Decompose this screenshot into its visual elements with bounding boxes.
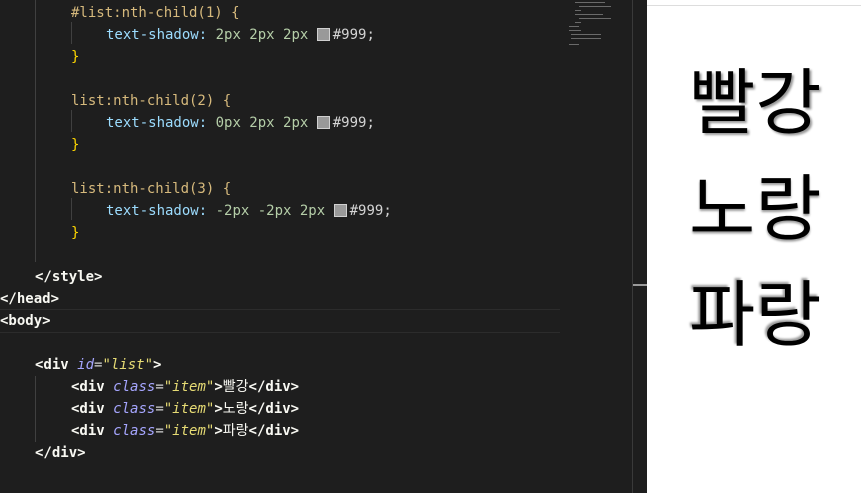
tag-close: </div> [248, 423, 300, 439]
tag-open: <div [71, 401, 114, 417]
attr-name: id [77, 357, 95, 373]
color-swatch-icon[interactable] [333, 203, 347, 217]
div-close-tag: </div> [35, 445, 86, 461]
attr-equals: = [155, 379, 164, 395]
code-line-div-list[interactable]: <div id="list"> [35, 354, 161, 376]
code-line-div-item-1[interactable]: <div class="item">빨강</div> [71, 376, 299, 398]
color-swatch-icon[interactable] [316, 27, 330, 41]
tag-close: </div> [248, 379, 300, 395]
attr-equals: = [155, 423, 164, 439]
preview-item-3: 파랑 [689, 273, 822, 357]
css-color-value: #999; [332, 115, 375, 131]
code-line-css-declaration-2[interactable]: text-shadow: 0px 2px 2px #999; [106, 112, 375, 134]
attr-name: class [113, 423, 156, 439]
css-property: text-shadow: [106, 203, 208, 219]
css-value: 0px 2px 2px [215, 115, 309, 131]
attr-value: "list" [102, 357, 154, 373]
body-open-tag: <body> [0, 313, 51, 329]
item-text: 빨강 [222, 379, 249, 395]
color-swatch-icon[interactable] [316, 115, 330, 129]
code-line-close-brace[interactable]: } [71, 46, 79, 68]
preview-item-2: 노랑 [689, 167, 822, 251]
css-value: -2px -2px 2px [215, 203, 326, 219]
tag-end: > [214, 379, 223, 395]
attr-name: class [113, 401, 156, 417]
code-line-style-close[interactable]: </style> [35, 266, 102, 288]
code-line-css-selector-1[interactable]: #list:nth-child(1) { [71, 2, 240, 24]
scrollbar-thumb[interactable] [633, 284, 647, 286]
preview-item-1: 빨강 [689, 61, 822, 145]
indent-guide [35, 376, 36, 442]
minimap[interactable] [565, 0, 615, 55]
attr-equals: = [155, 401, 164, 417]
close-brace: } [71, 137, 80, 153]
close-brace: } [71, 49, 80, 65]
indent-guide [35, 0, 36, 262]
code-line-css-selector-2[interactable]: list:nth-child(2) { [71, 90, 231, 112]
close-brace: } [71, 225, 80, 241]
item-text: 노랑 [222, 401, 249, 417]
tag-open: <div [71, 423, 114, 439]
css-property: text-shadow: [106, 115, 208, 131]
css-color-value: #999; [332, 27, 375, 43]
css-value: 2px 2px 2px [215, 27, 309, 43]
editor-scrollbar[interactable] [632, 0, 647, 493]
code-line-css-declaration-1[interactable]: text-shadow: 2px 2px 2px #999; [106, 24, 375, 46]
tag-open: <div [71, 379, 114, 395]
code-line-head-close[interactable]: </head> [0, 288, 59, 310]
code-line-close-brace[interactable]: } [71, 222, 79, 244]
code-line-div-close[interactable]: </div> [35, 442, 86, 464]
tag-end: > [214, 401, 223, 417]
code-editor[interactable]: #list:nth-child(1) { text-shadow: 2px 2p… [0, 0, 632, 493]
indent-guide [71, 110, 72, 132]
attr-value: "item" [163, 401, 215, 417]
head-close-tag: </head> [0, 291, 60, 307]
code-line-body-open[interactable]: <body> [0, 310, 51, 332]
css-property: text-shadow: [106, 27, 208, 43]
style-close-tag: </style> [35, 269, 103, 285]
attr-name: class [113, 379, 156, 395]
tag-end: > [153, 357, 162, 373]
item-text: 파랑 [222, 423, 249, 439]
attr-value: "item" [163, 379, 215, 395]
css-selector: list:nth-child(3) { [71, 181, 232, 197]
tag-close: </div> [248, 401, 300, 417]
css-color-value: #999; [349, 203, 392, 219]
indent-guide [71, 198, 72, 220]
browser-preview: 빨강 노랑 파랑 [647, 0, 861, 493]
code-line-css-selector-3[interactable]: list:nth-child(3) { [71, 178, 231, 200]
tag-open: <div [35, 357, 78, 373]
preview-divider [647, 5, 861, 6]
code-line-div-item-2[interactable]: <div class="item">노랑</div> [71, 398, 299, 420]
attr-value: "item" [163, 423, 215, 439]
code-line-close-brace[interactable]: } [71, 134, 79, 156]
css-selector: #list:nth-child(1) { [71, 5, 240, 21]
css-selector: list:nth-child(2) { [71, 93, 232, 109]
code-line-div-item-3[interactable]: <div class="item">파랑</div> [71, 420, 299, 442]
code-line-css-declaration-3[interactable]: text-shadow: -2px -2px 2px #999; [106, 200, 392, 222]
indent-guide [71, 22, 72, 44]
current-line-highlight [0, 309, 560, 333]
tag-end: > [214, 423, 223, 439]
